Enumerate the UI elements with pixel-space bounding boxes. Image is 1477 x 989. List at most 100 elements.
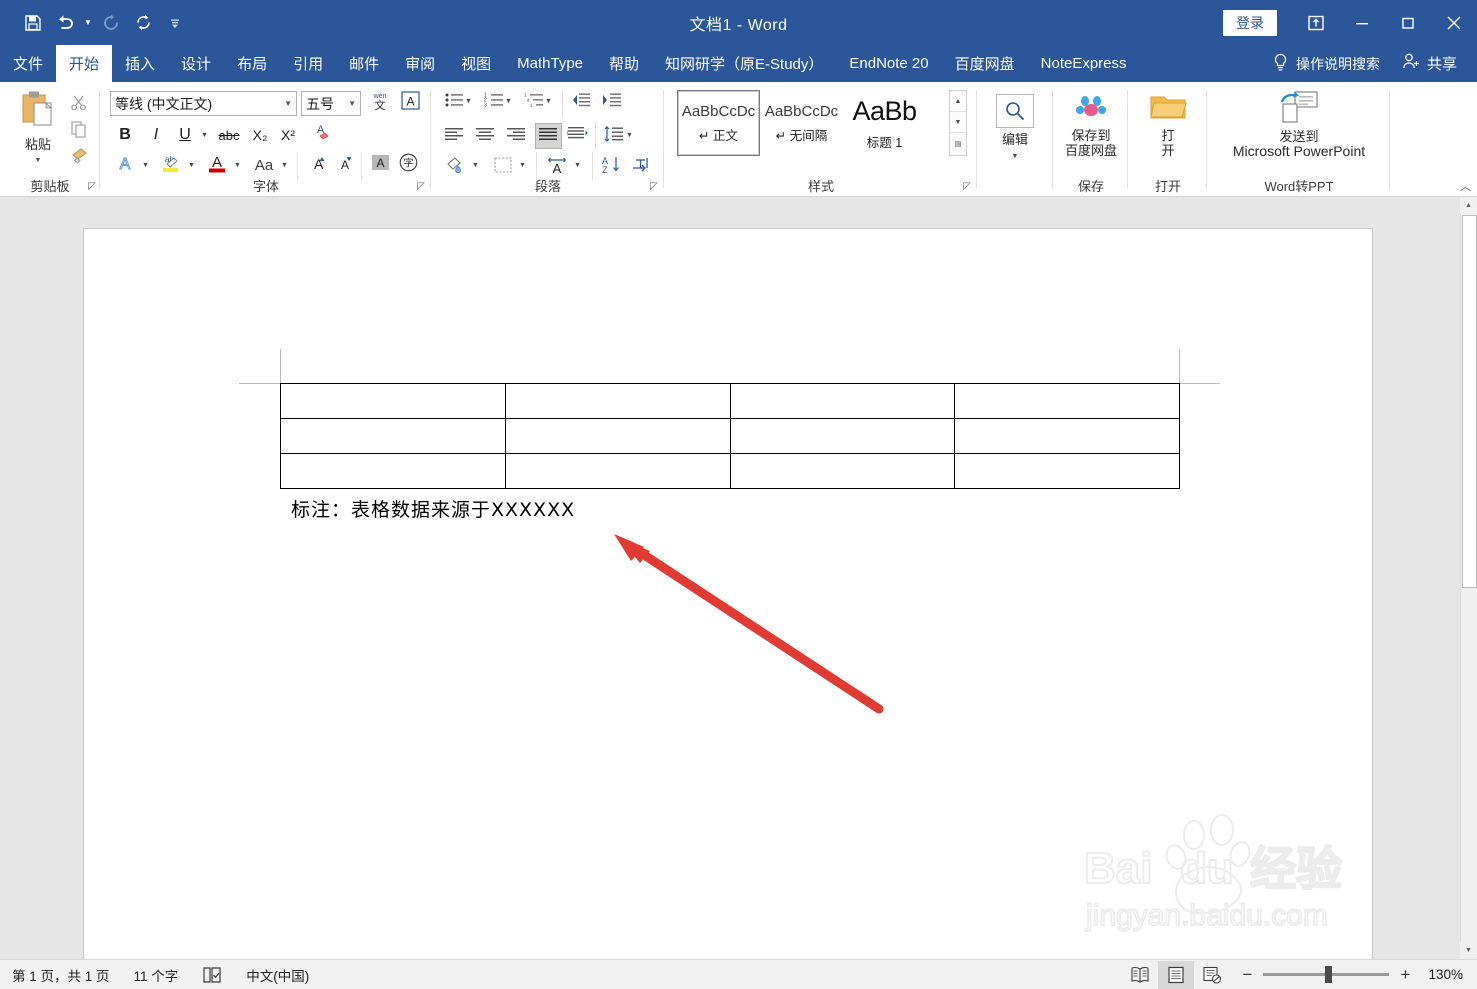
table-cell[interactable]	[504, 453, 731, 489]
save-to-baidu-netdisk-button[interactable]: 保存到 百度网盘	[1056, 92, 1126, 158]
font-name-combobox[interactable]: 等线 (中文正文) ▼	[110, 91, 297, 116]
clear-formatting-button[interactable]: A	[308, 122, 334, 148]
tab-review[interactable]: 审阅	[392, 45, 448, 82]
editing-dropdown-icon[interactable]: ▼	[1012, 149, 1019, 164]
font-name-dropdown-icon[interactable]: ▼	[284, 99, 292, 108]
change-case-dropdown-icon[interactable]: ▼	[281, 162, 288, 169]
table-row[interactable]	[280, 383, 1180, 419]
zoom-level-label[interactable]: 130%	[1422, 967, 1477, 982]
zoom-slider-thumb[interactable]	[1325, 966, 1333, 983]
word-count[interactable]: 11 个字	[122, 965, 191, 985]
text-highlight-button[interactable]: ab	[157, 152, 184, 178]
tab-noteexpress[interactable]: NoteExpress	[1028, 45, 1140, 82]
table-cell[interactable]	[954, 418, 1180, 454]
shrink-font-button[interactable]: A	[331, 152, 357, 178]
font-size-combobox[interactable]: 五号 ▼	[301, 91, 361, 116]
phonetic-guide-button[interactable]: wén 文	[367, 90, 393, 116]
character-shading-button[interactable]: A	[367, 152, 393, 178]
tab-baidu-netdisk[interactable]: 百度网盘	[942, 45, 1028, 82]
maximize-icon[interactable]	[1385, 0, 1431, 45]
font-color-dropdown-icon[interactable]: ▼	[234, 162, 241, 169]
italic-button[interactable]: I	[143, 122, 169, 148]
zoom-out-button[interactable]: −	[1240, 965, 1254, 985]
decrease-indent-button[interactable]	[569, 91, 592, 113]
print-layout-view-button[interactable]	[1158, 960, 1195, 989]
scroll-down-icon[interactable]: ▼	[1460, 942, 1477, 959]
tab-insert[interactable]: 插入	[112, 45, 168, 82]
style-item-normal[interactable]: AaBbCcDc ↵ 正文	[677, 90, 760, 156]
tab-view[interactable]: 视图	[448, 45, 504, 82]
format-painter-button[interactable]	[66, 144, 92, 170]
scroll-up-icon[interactable]: ▲	[1460, 197, 1477, 214]
clipboard-dialog-launcher[interactable]: ◸	[86, 181, 98, 193]
justify-button[interactable]	[535, 123, 562, 149]
zoom-slider-track[interactable]	[1263, 966, 1390, 983]
align-right-button[interactable]	[505, 125, 528, 147]
tell-me-search[interactable]: 操作说明搜索	[1258, 53, 1394, 75]
styles-more-button[interactable]: ▤	[950, 133, 966, 154]
zoom-in-button[interactable]: +	[1398, 965, 1412, 985]
tab-mailings[interactable]: 邮件	[336, 45, 392, 82]
table-row[interactable]	[280, 418, 1180, 454]
line-spacing-button[interactable]	[602, 125, 625, 147]
open-button[interactable]: 打 开	[1147, 92, 1189, 158]
shading-dropdown-icon[interactable]: ▼	[472, 162, 479, 169]
read-mode-view-button[interactable]	[1122, 961, 1158, 989]
bullets-dropdown-icon[interactable]: ▼	[465, 98, 472, 105]
align-center-button[interactable]	[474, 125, 497, 147]
collapse-ribbon-icon[interactable]: ︿	[1460, 178, 1471, 194]
table-cell[interactable]	[729, 418, 956, 454]
language-indicator[interactable]: 中文(中国)	[234, 965, 321, 985]
tab-file[interactable]: 文件	[0, 45, 56, 82]
grow-font-button[interactable]: A	[304, 152, 330, 178]
strikethrough-button[interactable]: abc	[216, 122, 242, 148]
table-cell[interactable]	[954, 453, 1180, 489]
numbering-button[interactable]: 123	[482, 91, 505, 113]
bullets-button[interactable]	[442, 91, 465, 113]
increase-indent-button[interactable]	[600, 91, 623, 113]
text-effects-button[interactable]: A	[111, 152, 138, 178]
table-cell[interactable]	[504, 383, 731, 419]
styles-scroll-down-button[interactable]: ▼	[950, 112, 966, 133]
underline-button[interactable]: U	[172, 122, 198, 148]
table-cell[interactable]	[954, 383, 1180, 419]
table-cell[interactable]	[729, 453, 956, 489]
character-border-button[interactable]: A	[397, 90, 423, 116]
tab-endnote[interactable]: EndNote 20	[836, 45, 941, 82]
styles-dialog-launcher[interactable]: ◸	[961, 181, 973, 193]
share-button[interactable]: 共享	[1394, 52, 1477, 75]
numbering-dropdown-icon[interactable]: ▼	[505, 98, 512, 105]
style-item-heading-1[interactable]: AaBb 标题 1	[843, 90, 926, 156]
enclose-character-button[interactable]: 字	[395, 152, 421, 178]
change-case-button[interactable]: Aa	[249, 152, 279, 178]
font-size-dropdown-icon[interactable]: ▼	[348, 99, 356, 108]
tab-references[interactable]: 引用	[280, 45, 336, 82]
tab-home[interactable]: 开始	[56, 45, 113, 82]
font-dialog-launcher[interactable]: ◸	[415, 181, 427, 193]
multilevel-dropdown-icon[interactable]: ▼	[545, 98, 552, 105]
paste-button[interactable]: 粘贴 ▼	[12, 90, 64, 168]
scrollbar-thumb[interactable]	[1462, 215, 1477, 588]
tab-layout[interactable]: 布局	[224, 45, 280, 82]
multilevel-list-button[interactable]: 1a1	[522, 91, 545, 113]
highlight-dropdown-icon[interactable]: ▼	[188, 162, 195, 169]
bold-button[interactable]: B	[112, 122, 138, 148]
underline-dropdown-icon[interactable]: ▼	[201, 132, 208, 139]
font-color-button[interactable]: A	[203, 152, 230, 178]
subscript-button[interactable]: X₂	[247, 122, 273, 148]
table-cell[interactable]	[280, 418, 506, 454]
table-cell[interactable]	[280, 383, 506, 419]
styles-scroll-up-button[interactable]: ▲	[950, 91, 966, 112]
page-indicator[interactable]: 第 1 页，共 1 页	[0, 965, 122, 985]
document-table[interactable]	[280, 383, 1180, 489]
vertical-scrollbar[interactable]: ▲ ▼	[1460, 197, 1477, 959]
tab-mathtype[interactable]: MathType	[504, 45, 596, 82]
line-spacing-dropdown-icon[interactable]: ▼	[626, 132, 633, 139]
table-cell[interactable]	[504, 418, 731, 454]
borders-dropdown-icon[interactable]: ▼	[519, 162, 526, 169]
tab-help[interactable]: 帮助	[596, 45, 652, 82]
close-icon[interactable]	[1431, 0, 1477, 45]
tab-design[interactable]: 设计	[168, 45, 224, 82]
document-page[interactable]: 标注：表格数据来源于XXXXXX Bai du 经验 jingyan.baidu…	[83, 228, 1373, 959]
paste-dropdown-icon[interactable]: ▼	[35, 153, 42, 168]
